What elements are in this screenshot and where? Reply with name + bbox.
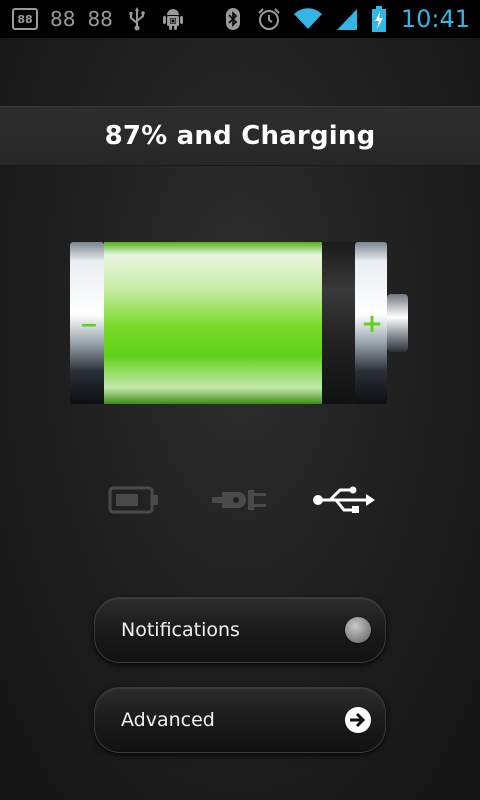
battery-source-icon	[108, 478, 160, 522]
notifications-toggle[interactable]	[345, 617, 371, 643]
notifications-label: Notifications	[121, 619, 240, 641]
notification-box-text: 88	[17, 12, 33, 26]
status-time: 10:41	[400, 5, 470, 33]
advanced-button[interactable]: Advanced	[94, 687, 386, 753]
title-band: 87% and Charging	[0, 106, 480, 166]
battery-graphic: − +	[70, 240, 410, 406]
bluetooth-icon	[221, 7, 245, 31]
notification-number-2: 88	[87, 7, 113, 31]
notification-box-icon: 88	[12, 8, 38, 30]
battery-terminal	[387, 294, 408, 352]
notifications-button[interactable]: Notifications	[94, 597, 386, 663]
android-icon	[161, 7, 185, 31]
usb-icon	[312, 478, 376, 522]
status-bar-left: 88 88 88	[12, 7, 185, 31]
ac-plug-icon	[212, 478, 266, 522]
advanced-label: Advanced	[121, 709, 215, 731]
power-source-row	[0, 478, 480, 522]
battery-minus-label: −	[80, 313, 98, 338]
usb-debug-icon	[125, 7, 149, 31]
arrow-right-icon	[345, 707, 371, 733]
notification-number-1: 88	[50, 7, 76, 31]
page-title: 87% and Charging	[104, 121, 376, 151]
signal-icon	[335, 7, 359, 31]
status-bar: 88 88 88 10:41	[0, 0, 480, 38]
battery-plus-label: +	[361, 309, 383, 339]
status-bar-right: 10:41	[221, 5, 470, 33]
wifi-icon	[293, 7, 323, 31]
alarm-icon	[257, 7, 281, 31]
battery-charging-icon	[371, 6, 387, 32]
battery-fill	[104, 242, 322, 404]
